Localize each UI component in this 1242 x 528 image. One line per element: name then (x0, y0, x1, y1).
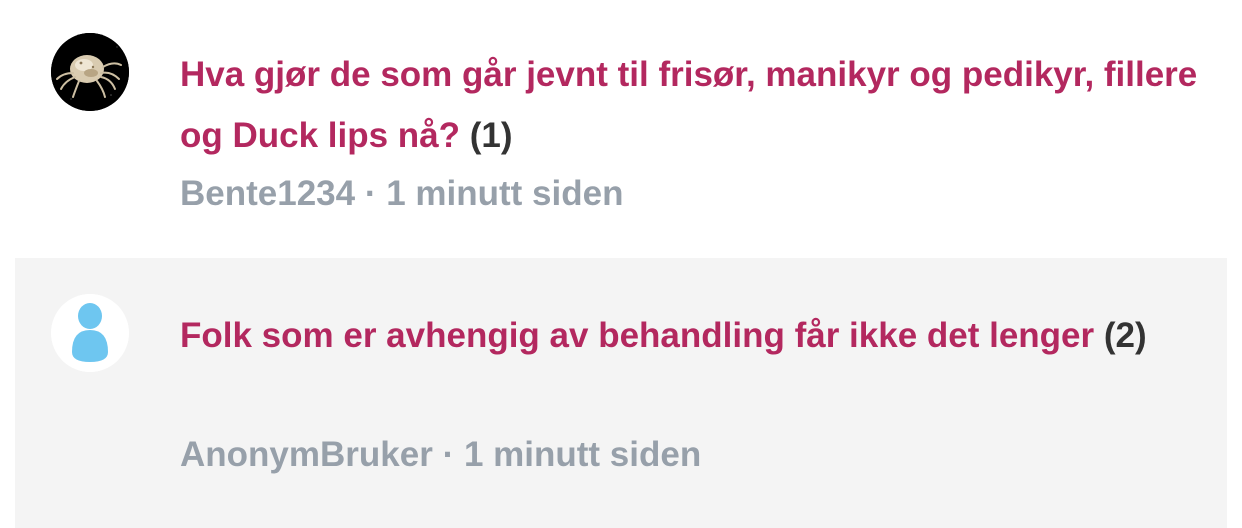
user-avatar[interactable] (51, 33, 129, 111)
reply-count: (1) (469, 116, 513, 155)
topic-meta: AnonymBruker · 1 minutt siden (180, 435, 701, 475)
meta-separator: · (442, 435, 455, 474)
topic-list: Hva gjør de som går jevnt til frisør, ma… (0, 0, 1242, 528)
meta-separator: · (364, 174, 377, 213)
post-time: 1 minutt siden (463, 435, 702, 474)
topic-title-link[interactable]: Folk som er avhengig av behandling får i… (180, 316, 1094, 355)
crab-photo-avatar-icon (51, 33, 129, 111)
topic-meta: Bente1234 · 1 minutt siden (180, 174, 623, 214)
topic-title-block: Folk som er avhengig av behandling får i… (180, 305, 1215, 366)
person-silhouette-icon (51, 294, 129, 372)
topic-title-block: Hva gjør de som går jevnt til frisør, ma… (180, 44, 1210, 166)
reply-count: (2) (1103, 316, 1147, 355)
user-avatar[interactable] (51, 294, 129, 372)
topic-title-link[interactable]: Hva gjør de som går jevnt til frisør, ma… (180, 55, 1197, 155)
topic-row: Hva gjør de som går jevnt til frisør, ma… (0, 0, 1242, 258)
author-name[interactable]: AnonymBruker (180, 435, 433, 474)
topic-row: Folk som er avhengig av behandling får i… (15, 258, 1227, 528)
author-name[interactable]: Bente1234 (180, 174, 355, 213)
post-time: 1 minutt siden (386, 174, 624, 213)
